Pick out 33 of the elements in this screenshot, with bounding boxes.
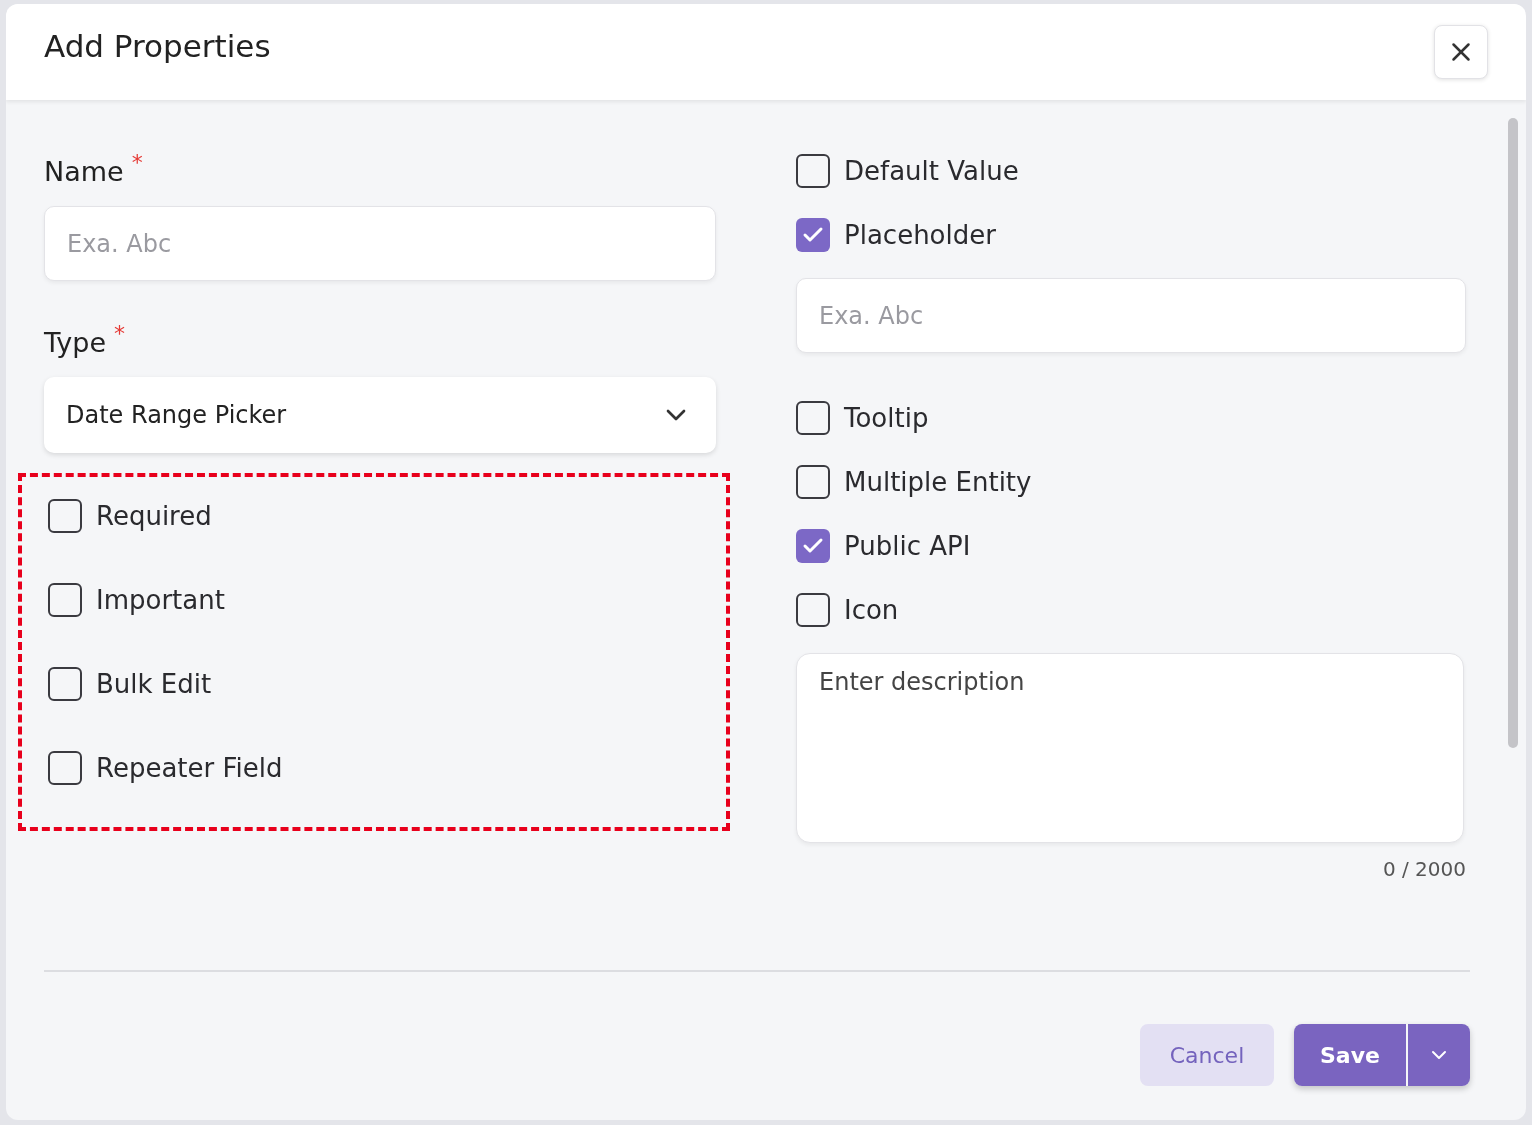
placeholder-input[interactable]: Exa. Abc	[796, 278, 1466, 353]
save-button[interactable]: Save	[1294, 1024, 1406, 1086]
checkbox[interactable]	[796, 154, 830, 188]
cancel-button[interactable]: Cancel	[1140, 1024, 1274, 1086]
checkbox-label: Bulk Edit	[96, 669, 212, 699]
name-input[interactable]: Exa. Abc	[44, 206, 716, 281]
type-select[interactable]: Date Range Picker	[44, 377, 716, 453]
required-mark: *	[114, 321, 125, 346]
description-textarea[interactable]: Enter description	[796, 653, 1464, 843]
checkbox[interactable]	[796, 401, 830, 435]
checkbox[interactable]	[48, 499, 82, 533]
field-label: Type	[44, 326, 106, 358]
checkbox-label: Important	[96, 585, 225, 615]
field-label: Name	[44, 155, 124, 187]
checkbox-label: Required	[96, 501, 212, 531]
checkbox-label: Public API	[844, 531, 971, 561]
checkbox[interactable]	[48, 751, 82, 785]
checkbox-label: Repeater Field	[96, 753, 283, 783]
required-mark: *	[131, 150, 143, 175]
checkbox-label: Icon	[844, 595, 899, 625]
checkbox-label: Placeholder	[844, 220, 996, 250]
checkbox[interactable]	[48, 667, 82, 701]
close-button[interactable]	[1434, 25, 1488, 79]
checkbox-label: Tooltip	[844, 403, 929, 433]
dialog-title: Add Properties	[44, 28, 271, 64]
checkbox-label: Default Value	[844, 156, 1019, 186]
checkbox-label: Multiple Entity	[844, 467, 1032, 497]
checkbox[interactable]	[48, 583, 82, 617]
checkbox[interactable]	[796, 593, 830, 627]
checkbox[interactable]	[796, 465, 830, 499]
checkbox[interactable]	[796, 218, 830, 252]
checkbox[interactable]	[796, 529, 830, 563]
character-counter: 0 / 2000	[1381, 857, 1466, 881]
